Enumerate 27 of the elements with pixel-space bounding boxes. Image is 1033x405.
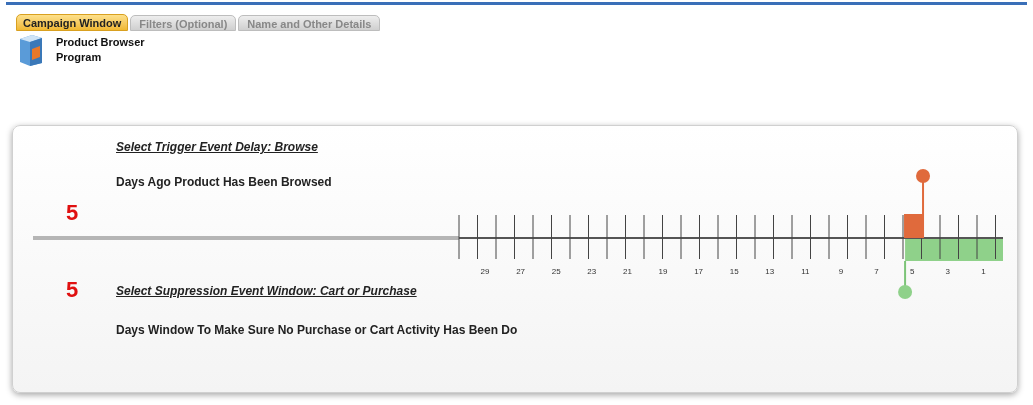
tick-label: 15: [729, 267, 739, 276]
tick-label: 21: [622, 267, 632, 276]
suppression-value: 5: [66, 279, 80, 301]
section-heading: Select Suppression Event Window: Cart or Purchase: [116, 283, 417, 300]
tab[interactable]: Name and Other Details: [238, 15, 381, 31]
program-title: Product Browser Program: [56, 35, 146, 65]
tick-label: 7: [874, 267, 879, 276]
trigger-value: 5: [66, 202, 79, 224]
tick-label: 17: [694, 267, 704, 276]
tick-label: 5: [909, 267, 915, 276]
trigger-handle[interactable]: [904, 169, 931, 238]
tick-label: 1: [981, 267, 986, 276]
tick-label: 29: [480, 267, 490, 276]
tab[interactable]: Campaign Window: [16, 14, 129, 31]
tick-label: 3: [945, 267, 951, 276]
tab[interactable]: Filters (Optional): [130, 15, 237, 31]
tick-label: 9: [838, 267, 844, 276]
tick-label: 27: [516, 267, 526, 276]
suppression-handle[interactable]: [898, 260, 913, 299]
section-description: Days Window To Make Sure No Purchase or Cart Activity Has Been Do: [116, 322, 518, 339]
tick-label: 11: [801, 267, 810, 276]
tick-label: 13: [765, 267, 775, 276]
tick-label: 25: [551, 267, 561, 276]
section-heading: Select Trigger Event Delay: Browse: [116, 139, 318, 156]
section-description: Days Ago Product Has Been Browsed: [116, 174, 332, 191]
tick-label: 19: [658, 267, 668, 276]
tick-label: 23: [587, 267, 597, 276]
